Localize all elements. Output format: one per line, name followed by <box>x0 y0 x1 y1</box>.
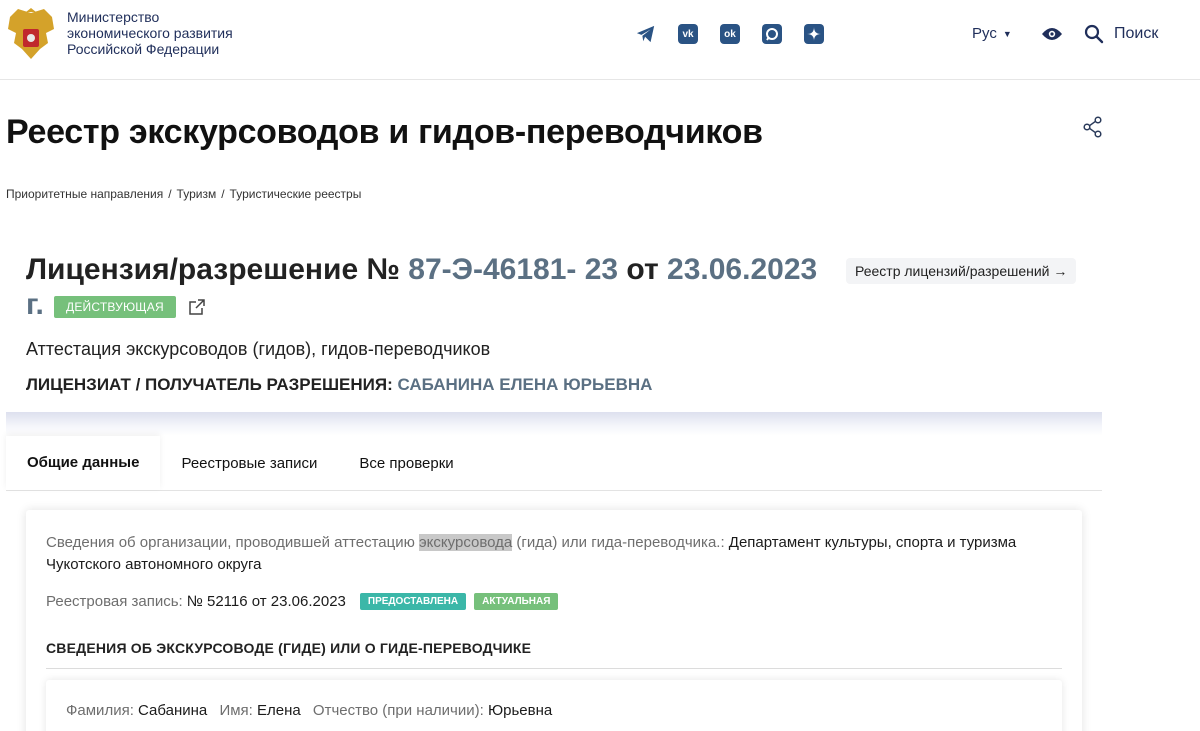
ok-icon-text: ok <box>724 28 736 40</box>
eye-icon[interactable] <box>1041 26 1063 47</box>
tab-all-inspections[interactable]: Все проверки <box>338 436 474 490</box>
share-icon[interactable] <box>1083 116 1103 143</box>
max-icon[interactable] <box>762 24 782 44</box>
patronymic-value: Юрьевна <box>487 702 553 719</box>
breadcrumb-separator: / <box>221 187 225 201</box>
license-subtitle: Аттестация экскурсоводов (гидов), гидов-… <box>26 339 491 359</box>
tab-general[interactable]: Общие данные <box>6 436 161 490</box>
name-label: Имя: <box>219 702 253 719</box>
language-label: Рус <box>972 25 997 42</box>
social-links: vk ok <box>636 24 824 44</box>
section-heading: СВЕДЕНИЯ ОБ ЭКСКУРСОВОДЕ (ГИДЕ) ИЛИ О ГИ… <box>46 640 1062 669</box>
guide-info-card: Фамилия: Сабанина Имя: Елена Отчество (п… <box>46 680 1062 731</box>
tab-registry-records[interactable]: Реестровые записи <box>160 436 338 490</box>
breadcrumb-separator: / <box>168 187 172 201</box>
org-label: (гида) или гида-переводчика.: <box>512 534 725 551</box>
search-icon <box>1084 24 1104 44</box>
full-name: Фамилия: Сабанина Имя: Елена Отчество (п… <box>66 702 560 719</box>
registry-link-button[interactable]: Реестр лицензий/разрешений → <box>846 258 1077 284</box>
breadcrumb-item[interactable]: Приоритетные направления <box>6 187 163 201</box>
licensee-name: САБАНИНА ЕЛЕНА ЮРЬЕВНА <box>397 375 653 394</box>
name-value: Елена <box>257 702 301 719</box>
registry-record: Реестровая запись: № 52116 от 23.06.2023… <box>46 593 559 610</box>
org-label-highlight: экскурсовода <box>419 534 513 551</box>
ministry-line: Министерство <box>67 9 160 25</box>
caret-down-icon: ▼ <box>1002 28 1012 39</box>
licensee: ЛИЦЕНЗИАТ / ПОЛУЧАТЕЛЬ РАЗРЕШЕНИЯ: САБАН… <box>26 375 652 395</box>
surname-label: Фамилия: <box>66 702 134 719</box>
registry-record-value[interactable]: № 52116 от 23.06.2023 <box>187 593 346 610</box>
org-label: Сведения об организации, проводившей атт… <box>46 534 420 551</box>
external-link-icon[interactable] <box>188 298 206 321</box>
licensee-label: ЛИЦЕНЗИАТ / ПОЛУЧАТЕЛЬ РАЗРЕШЕНИЯ: <box>26 375 393 394</box>
status-badge: ДЕЙСТВУЮЩАЯ <box>54 296 176 318</box>
telegram-icon[interactable] <box>636 24 656 44</box>
patronymic-label: Отчество (при наличии): <box>312 702 484 719</box>
odnoklassniki-icon[interactable]: ok <box>720 24 740 44</box>
tab-bar: Общие данные Реестровые записи Все прове… <box>6 436 1102 491</box>
breadcrumb: Приоритетные направления / Туризм / Туристич… <box>6 187 361 201</box>
status-badge-actual: АКТУАЛЬНАЯ <box>474 593 559 610</box>
search-label: Поиск <box>1114 25 1159 42</box>
license-title: Лицензия/разрешение № 87-Э-46181- 23 от … <box>26 250 826 290</box>
ministry-line: Российской Федерации <box>67 41 220 57</box>
ministry-name[interactable]: Министерство экономического развития Рос… <box>67 9 267 57</box>
org-info: Сведения об организации, проводившей атт… <box>46 532 1046 576</box>
search-button[interactable]: Поиск <box>1084 24 1158 44</box>
license-date: 23.06.2023 <box>667 253 818 286</box>
vk-icon[interactable]: vk <box>678 24 698 44</box>
breadcrumb-item[interactable]: Туристические реестры <box>230 187 362 201</box>
vk-icon-text: vk <box>682 28 694 40</box>
license-year-suffix: г. <box>26 288 44 321</box>
license-number: 87-Э-46181- 23 <box>408 253 619 286</box>
breadcrumb-item[interactable]: Туризм <box>177 187 217 201</box>
coat-of-arms-logo[interactable] <box>6 7 56 62</box>
language-select[interactable]: Рус ▼ <box>972 25 1012 42</box>
license-prefix: Лицензия/разрешение № <box>26 253 409 286</box>
status-badge-provided: ПРЕДОСТАВЛЕНА <box>359 593 467 610</box>
general-data-card: Сведения об организации, проводившей атт… <box>26 510 1082 731</box>
section-divider <box>6 412 1102 436</box>
ministry-line: экономического развития <box>67 25 233 41</box>
license-from: от <box>618 253 668 286</box>
page-title: Реестр экскурсоводов и гидов-переводчико… <box>6 113 763 151</box>
registry-record-label: Реестровая запись: <box>46 593 183 610</box>
site-header: Министерство экономического развития Рос… <box>0 0 1200 80</box>
surname-value: Сабанина <box>138 702 208 719</box>
dzen-icon[interactable] <box>804 24 824 44</box>
